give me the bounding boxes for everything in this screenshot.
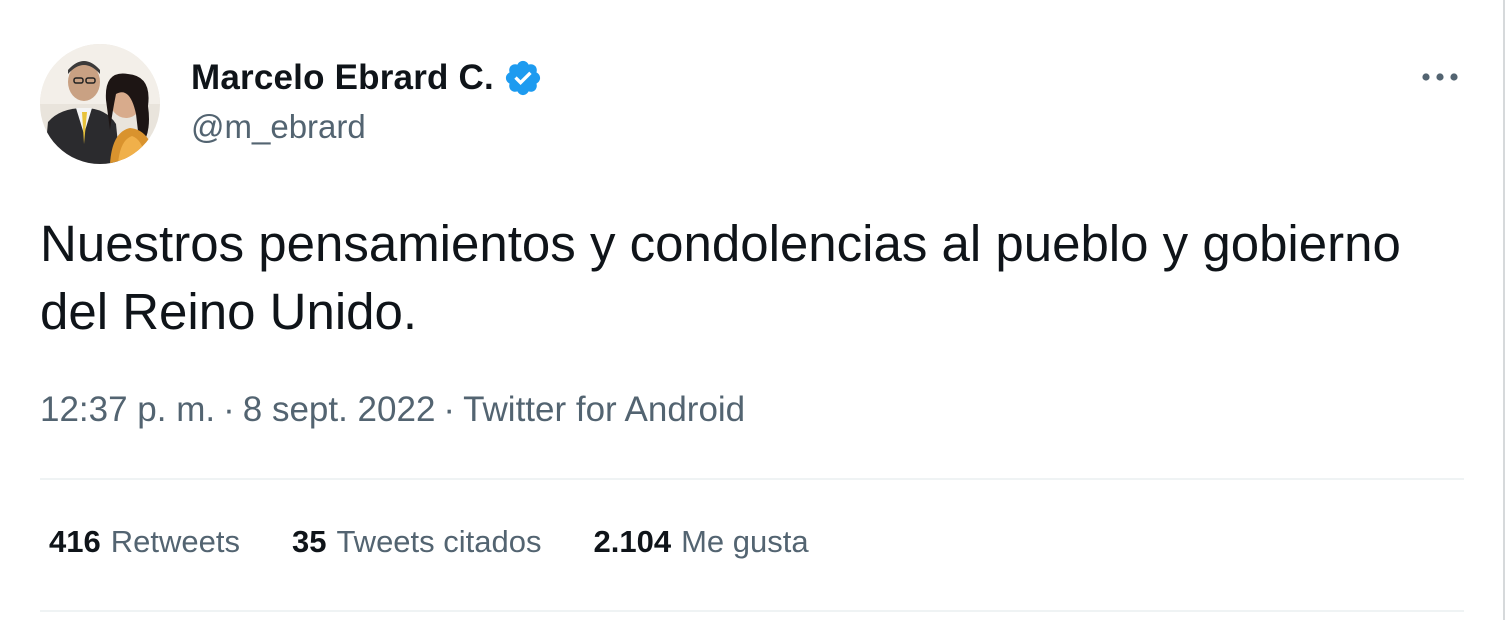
author-handle[interactable]: @m_ebrard xyxy=(191,108,366,146)
likes-count: 2.104 xyxy=(593,524,672,559)
quote-tweets-label: Tweets citados xyxy=(336,524,542,559)
retweets-stat[interactable]: 416 Retweets xyxy=(49,524,240,560)
tweet-date-link[interactable]: 8 sept. 2022 xyxy=(243,390,436,430)
quote-tweets-stat[interactable]: 35 Tweets citados xyxy=(292,524,542,560)
retweets-label: Retweets xyxy=(110,524,240,559)
author-name-row: Marcelo Ebrard C. xyxy=(191,56,543,100)
tweet-source-link[interactable]: Twitter for Android xyxy=(463,390,745,430)
author-display-name[interactable]: Marcelo Ebrard C. xyxy=(191,58,494,98)
tweet-meta: 12:37 p. m. · 8 sept. 2022 · Twitter for… xyxy=(40,390,745,430)
more-options-icon xyxy=(1422,73,1458,81)
meta-separator: · xyxy=(223,390,235,429)
quote-tweets-count: 35 xyxy=(291,524,327,559)
tweet-stats: 416 Retweets 35 Tweets citados 2.104 Me … xyxy=(49,524,861,560)
likes-label: Me gusta xyxy=(681,524,809,559)
verified-badge-icon xyxy=(503,58,543,98)
tweet-text: Nuestros pensamientos y condolencias al … xyxy=(40,215,1401,340)
avatar-photo-icon xyxy=(40,44,160,164)
retweets-count: 416 xyxy=(49,524,101,559)
likes-stat[interactable]: 2.104 Me gusta xyxy=(594,524,809,560)
divider xyxy=(40,478,1464,480)
divider xyxy=(40,610,1464,612)
more-options-button[interactable] xyxy=(1418,60,1462,94)
author-avatar[interactable] xyxy=(40,44,160,164)
tweet-card: Marcelo Ebrard C. @m_ebrard Nuestros pen… xyxy=(0,0,1505,620)
meta-separator: · xyxy=(443,390,456,429)
tweet-time-link[interactable]: 12:37 p. m. xyxy=(40,390,215,430)
